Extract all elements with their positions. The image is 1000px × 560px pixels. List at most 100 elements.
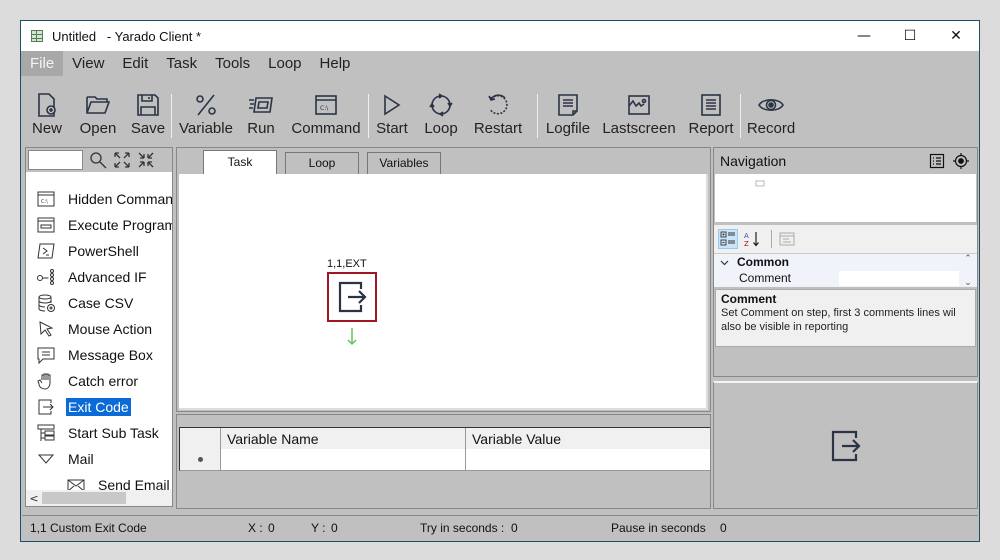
run-window-icon (249, 97, 273, 113)
restart-button[interactable]: Restart (473, 76, 523, 144)
menu-file[interactable]: File (21, 51, 64, 76)
logfile-button[interactable]: Logfile (544, 76, 592, 144)
menu-view[interactable]: View (63, 51, 113, 76)
message-icon (37, 347, 55, 365)
step-box[interactable] (327, 272, 377, 322)
category-common[interactable]: Common (714, 254, 977, 270)
powershell-icon (37, 243, 55, 259)
navigation-panel: Navigation AZ Common Comment ⌃ ⌄ Comment… (713, 147, 978, 377)
report-button[interactable]: Report (688, 76, 734, 144)
menu-loop[interactable]: Loop (259, 51, 310, 76)
start-label: Start (376, 120, 408, 137)
tool-hidden-command[interactable]: C:\ Hidden Command (26, 186, 172, 212)
target-icon[interactable] (953, 153, 969, 169)
loop-button[interactable]: Loop (423, 76, 459, 144)
toolbar-separator (368, 94, 369, 138)
play-icon (384, 94, 401, 116)
logfile-label: Logfile (545, 120, 591, 137)
vertical-scrollbar[interactable]: ⌃ ⌄ (961, 254, 975, 288)
tool-exit-code[interactable]: Exit Code (26, 394, 172, 420)
column-variable-value[interactable]: Variable Value (472, 431, 561, 447)
property-row[interactable]: Comment (714, 270, 977, 286)
toolbar: New Open Save Variable Run C:\ Command S… (21, 76, 979, 144)
chevron-down-icon[interactable] (720, 258, 729, 267)
table-row[interactable] (179, 449, 710, 471)
save-button[interactable]: Save (131, 76, 165, 144)
variable-button[interactable]: Variable (178, 76, 234, 144)
scroll-up-icon[interactable]: ⌃ (964, 254, 972, 264)
minimize-icon: — (857, 28, 871, 44)
new-file-icon (38, 93, 56, 117)
tool-mouse-action[interactable]: Mouse Action (26, 316, 172, 342)
run-label: Run (247, 120, 275, 137)
status-try-label: Try in seconds : (420, 520, 505, 535)
variable-value-cell[interactable] (466, 449, 710, 470)
menu-tools[interactable]: Tools (206, 51, 259, 76)
tool-start-sub-task[interactable]: Start Sub Task (26, 420, 172, 446)
menu-task[interactable]: Task (157, 51, 206, 76)
open-button[interactable]: Open (79, 76, 117, 144)
mini-step-icon (755, 180, 765, 187)
toolbar-separator (537, 94, 538, 138)
task-step[interactable]: 1,1,EXT (327, 258, 377, 346)
tab-variables[interactable]: Variables (367, 152, 441, 174)
app-icon (31, 30, 43, 42)
svg-text:C:\: C:\ (320, 105, 329, 112)
variable-label: Variable (179, 120, 233, 137)
column-variable-name[interactable]: Variable Name (227, 431, 319, 447)
menu-help[interactable]: Help (311, 51, 360, 76)
tool-execute-program[interactable]: Execute Program (26, 212, 172, 238)
scrollbar-thumb[interactable] (42, 492, 126, 504)
menu-edit[interactable]: Edit (113, 51, 157, 76)
property-pages-button[interactable] (777, 229, 797, 249)
tab-loop[interactable]: Loop (285, 152, 359, 174)
minimize-button[interactable]: — (841, 21, 887, 51)
start-button[interactable]: Start (375, 76, 409, 144)
new-button[interactable]: New (29, 76, 65, 144)
command-button[interactable]: C:\ Command (290, 76, 362, 144)
tool-label: PowerShell (68, 243, 139, 259)
tool-group-mail[interactable]: Mail (26, 446, 172, 472)
tool-powershell[interactable]: PowerShell (26, 238, 172, 264)
record-button[interactable]: Record (747, 76, 795, 144)
horizontal-scrollbar[interactable]: < (26, 490, 172, 506)
toolbar-separator (171, 94, 172, 138)
list-icon[interactable] (929, 153, 945, 169)
tool-label: Catch error (68, 373, 139, 389)
variables-table: Variable Name Variable Value (179, 427, 710, 471)
collapse-all-icon[interactable] (137, 151, 155, 169)
step-label: 1,1,EXT (327, 258, 367, 270)
tool-case-csv[interactable]: Case CSV (26, 290, 172, 316)
alphabetical-button[interactable]: AZ (742, 229, 762, 249)
run-button[interactable]: Run (244, 76, 278, 144)
status-y-label: Y : (311, 520, 326, 535)
categorized-button[interactable] (718, 229, 738, 249)
task-editor: Task Loop Variables 1,1,EXT (176, 147, 711, 412)
task-canvas[interactable]: 1,1,EXT (179, 174, 708, 410)
category-label: Common (737, 255, 789, 269)
toolbar-separator (771, 230, 772, 248)
command-label: Command (291, 120, 361, 137)
comment-value-input[interactable] (839, 270, 959, 286)
restart-label: Restart (473, 120, 523, 137)
tool-label: Start Sub Task (68, 425, 159, 441)
variable-name-cell[interactable] (221, 449, 466, 470)
maximize-button[interactable]: ☐ (887, 21, 933, 51)
property-pages-icon (779, 232, 795, 246)
scroll-left-icon[interactable]: < (26, 492, 42, 505)
new-row-marker-icon (197, 457, 203, 462)
scroll-down-icon[interactable]: ⌄ (964, 278, 972, 288)
lastscreen-button[interactable]: Lastscreen (602, 76, 676, 144)
tool-catch-error[interactable]: Catch error (26, 368, 172, 394)
exit-icon (338, 281, 367, 313)
search-icon[interactable] (89, 151, 107, 169)
close-button[interactable]: ✕ (933, 21, 979, 51)
branch-icon (37, 269, 54, 285)
logfile-icon (558, 94, 578, 116)
tab-task[interactable]: Task (203, 150, 277, 174)
expand-all-icon[interactable] (113, 151, 131, 169)
navigation-preview[interactable] (715, 174, 976, 222)
tool-advanced-if[interactable]: Advanced IF (26, 264, 172, 290)
tool-search-input[interactable] (28, 150, 83, 170)
tool-message-box[interactable]: Message Box (26, 342, 172, 368)
